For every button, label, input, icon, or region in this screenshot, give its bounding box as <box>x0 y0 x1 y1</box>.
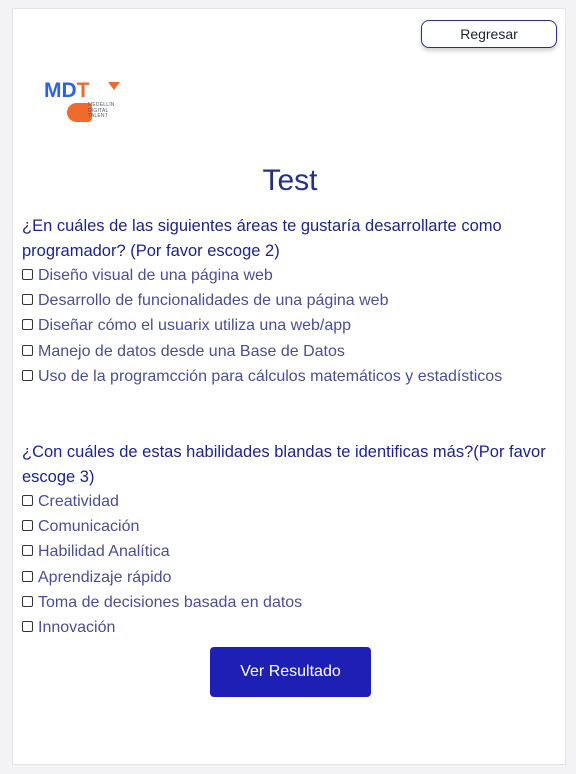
question-1-options: Diseño visual de una página web Desarrol… <box>22 263 552 389</box>
mdt-logo: MDT MEDELLIN DIGITAL TALENT <box>44 79 124 129</box>
option-item[interactable]: Toma de decisiones basada en datos <box>22 590 552 615</box>
checkbox[interactable] <box>22 545 33 557</box>
option-label: Uso de la programcción para cálculos mat… <box>38 367 503 385</box>
option-label: Creatividad <box>38 493 119 510</box>
logo-letter-m: M <box>44 79 62 102</box>
page-title: Test <box>262 164 318 197</box>
checkbox[interactable] <box>22 294 33 306</box>
logo-letter-t: T <box>76 79 90 102</box>
option-label: Diseño visual de una página web <box>38 267 273 284</box>
option-item[interactable]: Comunicación <box>22 514 552 539</box>
option-item[interactable]: Habilidad Analítica <box>22 539 552 564</box>
option-label: Aprendizaje rápido <box>38 568 172 586</box>
option-label: Habilidad Analítica <box>38 543 170 561</box>
checkbox[interactable] <box>22 269 33 280</box>
option-item[interactable]: Diseñar cómo el usuarix utiliza una web/… <box>22 313 552 338</box>
test-card: Regresar MDT MEDELLIN DIGITAL TALENT Tes… <box>12 8 566 765</box>
option-label: Desarrollo de funcionalidades de una pág… <box>38 292 389 310</box>
option-label: Toma de decisiones basada en datos <box>38 593 303 611</box>
option-label: Innovación <box>38 619 116 637</box>
option-item[interactable]: Creatividad <box>22 489 552 514</box>
question-1-text: ¿En cuáles de las siguientes áreas te gu… <box>22 217 502 260</box>
question-2-options: Creatividad Comunicación Habilidad Analí… <box>22 489 552 640</box>
logo-wordmark: MDT <box>44 79 90 103</box>
checkbox[interactable] <box>22 344 33 356</box>
option-item[interactable]: Manejo de datos desde una Base de Datos <box>22 339 552 364</box>
checkbox[interactable] <box>22 621 33 633</box>
option-item[interactable]: Diseño visual de una página web <box>22 263 552 288</box>
view-result-button[interactable]: Ver Resultado <box>210 647 371 697</box>
logo-subtitle: MEDELLIN DIGITAL TALENT <box>88 102 115 120</box>
checkbox[interactable] <box>22 520 33 532</box>
option-item[interactable]: Innovación <box>22 615 552 640</box>
option-item[interactable]: Uso de la programcción para cálculos mat… <box>22 364 552 389</box>
option-label: Comunicación <box>38 518 140 536</box>
option-item[interactable]: Aprendizaje rápido <box>22 565 552 590</box>
logo-letter-d: D <box>61 79 77 102</box>
logo-arrow-icon <box>108 82 120 90</box>
checkbox[interactable] <box>22 595 33 607</box>
logo-sub-line: TALENT <box>88 113 108 119</box>
checkbox[interactable] <box>22 369 33 381</box>
option-label: Diseñar cómo el usuarix utiliza una web/… <box>38 317 352 335</box>
checkbox[interactable] <box>22 319 33 331</box>
option-label: Manejo de datos desde una Base de Datos <box>38 342 345 360</box>
question-2-text: ¿Con cuáles de estas habilidades blandas… <box>22 443 546 486</box>
checkbox[interactable] <box>22 495 33 506</box>
back-button[interactable]: Regresar <box>421 20 557 48</box>
checkbox[interactable] <box>22 570 33 582</box>
option-item[interactable]: Desarrollo de funcionalidades de una pág… <box>22 288 552 313</box>
